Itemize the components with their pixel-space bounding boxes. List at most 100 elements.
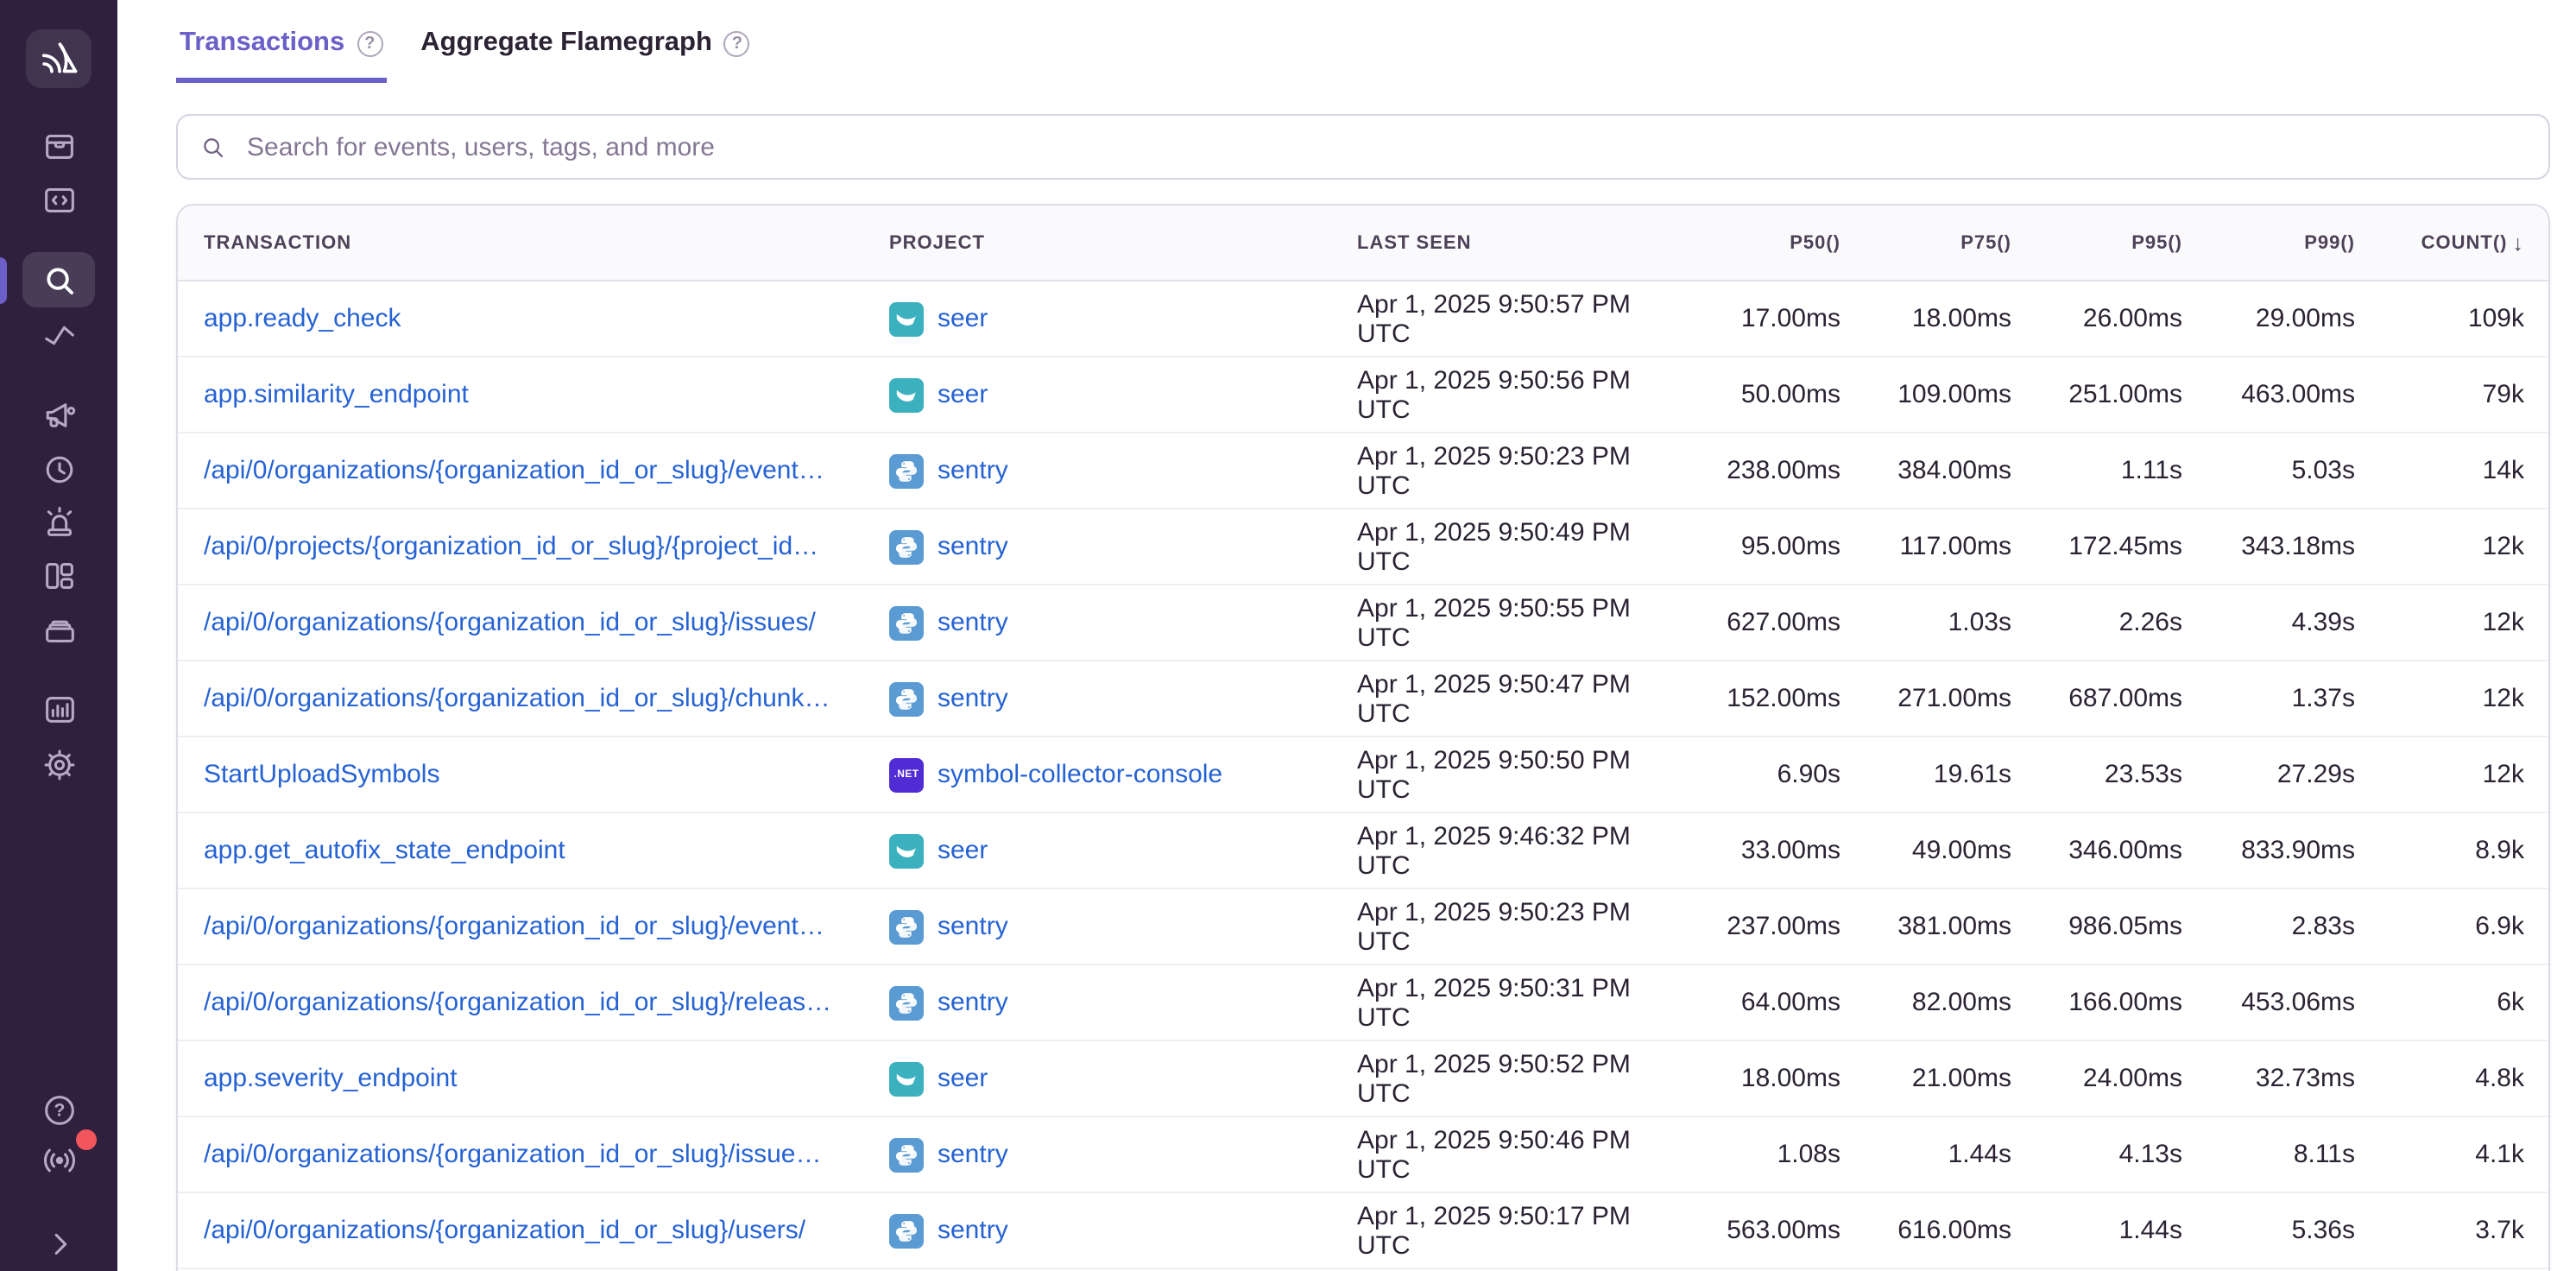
sidebar-item-projects[interactable] xyxy=(22,173,95,224)
project-link[interactable]: seer xyxy=(938,836,988,865)
project-link[interactable]: sentry xyxy=(938,608,1008,637)
table-row: /api/0/organizations/{organization_id_or… xyxy=(178,660,2548,736)
search-bar[interactable] xyxy=(176,114,2550,180)
sidebar-item-settings[interactable] xyxy=(22,737,95,789)
sidebar-item-alerts[interactable] xyxy=(22,496,95,547)
transaction-link[interactable]: /api/0/organizations/{organization_id_or… xyxy=(204,456,824,485)
p75-value: 616.00ms xyxy=(1840,1216,2011,1245)
count-value: 8.9k xyxy=(2355,836,2548,865)
help-icon: ? xyxy=(39,1089,79,1129)
megaphone-icon xyxy=(39,395,79,434)
column-header-count[interactable]: COUNT() ↓ xyxy=(2355,231,2548,255)
project-link[interactable]: sentry xyxy=(938,456,1008,485)
p75-value: 381.00ms xyxy=(1840,912,2011,941)
project-link[interactable]: sentry xyxy=(938,532,1008,561)
table-footer-spacer xyxy=(178,1268,2548,1271)
python-platform-icon xyxy=(889,985,924,1020)
sidebar-item-whats-new[interactable] xyxy=(22,1133,95,1185)
column-header-last-seen[interactable]: LAST SEEN xyxy=(1357,232,1668,253)
transaction-link[interactable]: /api/0/organizations/{organization_id_or… xyxy=(204,1140,822,1169)
count-value: 3.7k xyxy=(2355,1216,2548,1245)
siren-icon xyxy=(39,502,79,541)
project-link[interactable]: sentry xyxy=(938,912,1008,941)
transaction-link[interactable]: app.ready_check xyxy=(204,304,401,333)
count-value: 109k xyxy=(2355,304,2548,333)
column-header-p99[interactable]: P99() xyxy=(2182,232,2355,253)
sentry-logo[interactable] xyxy=(26,29,92,88)
project-link[interactable]: seer xyxy=(938,1064,988,1093)
transaction-link[interactable]: /api/0/organizations/{organization_id_or… xyxy=(204,608,816,637)
transaction-link[interactable]: /api/0/organizations/{organization_id_or… xyxy=(204,684,830,713)
python-platform-icon xyxy=(889,453,924,488)
table-row: /api/0/projects/{organization_id_or_slug… xyxy=(178,508,2548,584)
sidebar-item-dashboards[interactable] xyxy=(22,549,95,601)
transaction-link[interactable]: /api/0/organizations/{organization_id_or… xyxy=(204,988,831,1017)
column-header-p95[interactable]: P95() xyxy=(2011,232,2182,253)
p99-value: 1.37s xyxy=(2182,684,2355,713)
transaction-link[interactable]: app.get_autofix_state_endpoint xyxy=(204,836,565,865)
sidebar-item-feedback[interactable] xyxy=(22,389,95,440)
project-link[interactable]: sentry xyxy=(938,988,1008,1017)
table-row: app.ready_check seer Apr 1, 2025 9:50:57… xyxy=(178,281,2548,356)
p95-value: 23.53s xyxy=(2011,760,2182,789)
project-link[interactable]: symbol-collector-console xyxy=(938,760,1222,789)
last-seen-value: Apr 1, 2025 9:46:32 PM UTC xyxy=(1357,821,1668,880)
sidebar-item-help[interactable]: ? xyxy=(22,1083,95,1135)
count-value: 6k xyxy=(2355,988,2548,1017)
tab-help-icon[interactable]: ? xyxy=(724,30,750,56)
count-value: 6.9k xyxy=(2355,912,2548,941)
transaction-link[interactable]: /api/0/projects/{organization_id_or_slug… xyxy=(204,532,818,561)
notification-badge xyxy=(76,1129,97,1150)
p75-value: 49.00ms xyxy=(1840,836,2011,865)
last-seen-value: Apr 1, 2025 9:50:46 PM UTC xyxy=(1357,1125,1668,1184)
p50-value: 152.00ms xyxy=(1668,684,1840,713)
tab-aggregate-flamegraph[interactable]: Aggregate Flamegraph ? xyxy=(417,14,754,83)
project-link[interactable]: seer xyxy=(938,304,988,333)
p99-value: 32.73ms xyxy=(2182,1064,2355,1093)
column-header-p50[interactable]: P50() xyxy=(1668,232,1840,253)
p95-value: 26.00ms xyxy=(2011,304,2182,333)
sidebar: ? xyxy=(0,0,117,1271)
last-seen-value: Apr 1, 2025 9:50:23 PM UTC xyxy=(1357,897,1668,956)
seer-platform-icon xyxy=(889,377,924,412)
seer-platform-icon xyxy=(889,1061,924,1096)
project-link[interactable]: seer xyxy=(938,380,988,409)
p50-value: 6.90s xyxy=(1668,760,1840,789)
last-seen-value: Apr 1, 2025 9:50:52 PM UTC xyxy=(1357,1049,1668,1108)
sidebar-collapse-button[interactable] xyxy=(22,1216,95,1268)
tab-help-icon[interactable]: ? xyxy=(357,30,382,56)
project-link[interactable]: sentry xyxy=(938,684,1008,713)
transaction-link[interactable]: /api/0/organizations/{organization_id_or… xyxy=(204,1216,805,1245)
python-platform-icon xyxy=(889,1137,924,1172)
project-link[interactable]: sentry xyxy=(938,1140,1008,1169)
project-link[interactable]: sentry xyxy=(938,1216,1008,1245)
column-header-p75[interactable]: P75() xyxy=(1840,232,2011,253)
table-row: /api/0/organizations/{organization_id_or… xyxy=(178,888,2548,964)
transaction-link[interactable]: StartUploadSymbols xyxy=(204,760,439,789)
p75-value: 19.61s xyxy=(1840,760,2011,789)
transaction-link[interactable]: app.severity_endpoint xyxy=(204,1064,458,1093)
sidebar-item-replays[interactable] xyxy=(22,442,95,494)
sidebar-item-explore[interactable] xyxy=(22,252,95,307)
tab-transactions[interactable]: Transactions ? xyxy=(176,14,386,83)
clock-history-icon xyxy=(39,448,79,488)
column-header-project[interactable]: PROJECT xyxy=(889,232,1357,253)
svg-text:?: ? xyxy=(54,1100,65,1120)
table-header-row: TRANSACTION PROJECT LAST SEEN P50() P75(… xyxy=(178,206,2548,281)
sidebar-item-traces[interactable] xyxy=(22,307,95,359)
sidebar-item-issues[interactable] xyxy=(22,119,95,171)
column-header-transaction[interactable]: TRANSACTION xyxy=(178,232,889,253)
p50-value: 17.00ms xyxy=(1668,304,1840,333)
p95-value: 172.45ms xyxy=(2011,532,2182,561)
count-value: 14k xyxy=(2355,456,2548,485)
p75-value: 271.00ms xyxy=(1840,684,2011,713)
sidebar-item-stats[interactable] xyxy=(22,682,95,734)
p99-value: 2.83s xyxy=(2182,912,2355,941)
p50-value: 1.08s xyxy=(1668,1140,1840,1169)
search-input[interactable] xyxy=(243,130,2526,163)
transaction-link[interactable]: /api/0/organizations/{organization_id_or… xyxy=(204,912,824,941)
sidebar-item-releases[interactable] xyxy=(22,603,95,654)
p50-value: 95.00ms xyxy=(1668,532,1840,561)
last-seen-value: Apr 1, 2025 9:50:57 PM UTC xyxy=(1357,289,1668,348)
transaction-link[interactable]: app.similarity_endpoint xyxy=(204,380,469,409)
